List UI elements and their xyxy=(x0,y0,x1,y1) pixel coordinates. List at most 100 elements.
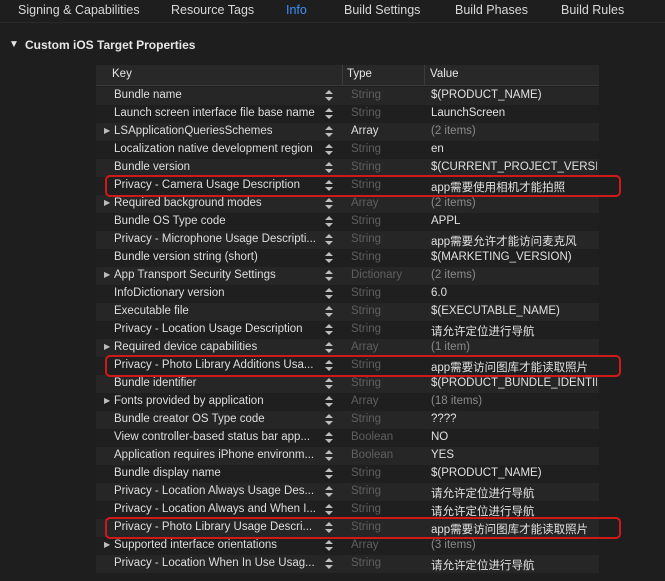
row-key[interactable]: Localization native development region xyxy=(114,143,320,155)
tab-resource-tags[interactable]: Resource Tags xyxy=(171,3,254,17)
row-key[interactable]: Bundle version string (short) xyxy=(114,251,320,263)
row-type[interactable]: String xyxy=(351,413,423,425)
row-value[interactable]: APPL xyxy=(431,215,597,227)
expand-triangle-icon[interactable]: ▶ xyxy=(104,396,110,405)
row-value[interactable]: $(PRODUCT_NAME) xyxy=(431,467,597,479)
row-value[interactable]: $(CURRENT_PROJECT_VERSION) xyxy=(431,161,597,173)
row-key[interactable]: Bundle version xyxy=(114,161,320,173)
key-popup-stepper-icon[interactable] xyxy=(325,142,335,158)
row-type[interactable]: String xyxy=(351,305,423,317)
row-type[interactable]: Boolean xyxy=(351,431,423,443)
expand-triangle-icon[interactable]: ▶ xyxy=(104,540,110,549)
table-row[interactable]: Privacy - Location Usage Description Stri… xyxy=(96,321,599,339)
row-type[interactable]: Array xyxy=(351,395,423,407)
row-key[interactable]: Bundle OS Type code xyxy=(114,215,320,227)
key-popup-stepper-icon[interactable] xyxy=(325,520,335,536)
table-row[interactable]: Bundle display name String $(PRODUCT_NAME) xyxy=(96,465,599,483)
row-key[interactable]: Privacy - Photo Library Additions Usa... xyxy=(114,359,320,371)
key-popup-stepper-icon[interactable] xyxy=(325,484,335,500)
row-value[interactable]: 请允许定位进行导航 xyxy=(431,503,597,519)
tab-info[interactable]: Info xyxy=(286,3,307,17)
table-row[interactable]: Bundle identifier String $(PRODUCT_BUNDLE_… xyxy=(96,375,599,393)
column-divider[interactable] xyxy=(424,65,425,85)
row-type[interactable]: String xyxy=(351,287,423,299)
row-value[interactable]: app需要使用相机才能拍照 xyxy=(431,179,597,195)
row-key[interactable]: Privacy - Location Always and When I... xyxy=(114,503,320,515)
row-value[interactable]: $(EXECUTABLE_NAME) xyxy=(431,305,597,317)
table-row[interactable]: InfoDictionary version String 6.0 xyxy=(96,285,599,303)
row-value[interactable]: 6.0 xyxy=(431,287,597,299)
key-popup-stepper-icon[interactable] xyxy=(325,196,335,212)
table-row[interactable]: Bundle OS Type code String APPL xyxy=(96,213,599,231)
row-type[interactable]: String xyxy=(351,503,423,515)
tab-build-rules[interactable]: Build Rules xyxy=(561,3,624,17)
row-type[interactable]: Boolean xyxy=(351,449,423,461)
expand-triangle-icon[interactable]: ▶ xyxy=(104,126,110,135)
table-row[interactable]: ▶ Fonts provided by application Array (18 i… xyxy=(96,393,599,411)
row-type[interactable]: String xyxy=(351,161,423,173)
key-popup-stepper-icon[interactable] xyxy=(325,178,335,194)
row-type[interactable]: String xyxy=(351,179,423,191)
key-popup-stepper-icon[interactable] xyxy=(325,340,335,356)
row-key[interactable]: Required background modes xyxy=(114,197,320,209)
key-popup-stepper-icon[interactable] xyxy=(325,250,335,266)
row-value[interactable]: $(PRODUCT_NAME) xyxy=(431,89,597,101)
key-popup-stepper-icon[interactable] xyxy=(325,358,335,374)
table-row[interactable]: Privacy - Location Always Usage Des... St… xyxy=(96,483,599,501)
row-type[interactable]: String xyxy=(351,107,423,119)
disclosure-triangle-icon[interactable]: ▼ xyxy=(9,39,19,50)
table-row[interactable]: Bundle version String $(CURRENT_PROJECT_VE… xyxy=(96,159,599,177)
row-type[interactable]: String xyxy=(351,215,423,227)
key-popup-stepper-icon[interactable] xyxy=(325,502,335,518)
row-value[interactable]: 请允许定位进行导航 xyxy=(431,557,597,573)
row-type[interactable]: String xyxy=(351,233,423,245)
key-popup-stepper-icon[interactable] xyxy=(325,412,335,428)
tab-build-phases[interactable]: Build Phases xyxy=(455,3,528,17)
key-popup-stepper-icon[interactable] xyxy=(325,214,335,230)
key-popup-stepper-icon[interactable] xyxy=(325,394,335,410)
row-key[interactable]: Privacy - Location When In Use Usag... xyxy=(114,557,320,569)
table-row[interactable]: Application requires iPhone environm... B… xyxy=(96,447,599,465)
row-type[interactable]: String xyxy=(351,143,423,155)
row-value[interactable]: $(PRODUCT_BUNDLE_IDENTIFIER) xyxy=(431,377,597,389)
row-key[interactable]: Required device capabilities xyxy=(114,341,320,353)
row-type[interactable]: Dictionary xyxy=(351,269,423,281)
key-popup-stepper-icon[interactable] xyxy=(325,232,335,248)
row-value[interactable]: 请允许定位进行导航 xyxy=(431,323,597,339)
key-popup-stepper-icon[interactable] xyxy=(325,286,335,302)
row-type[interactable]: Array xyxy=(351,341,423,353)
key-popup-stepper-icon[interactable] xyxy=(325,430,335,446)
table-row[interactable]: Bundle name String $(PRODUCT_NAME) xyxy=(96,87,599,105)
column-divider[interactable] xyxy=(342,65,343,85)
row-key[interactable]: View controller-based status bar app... xyxy=(114,431,320,443)
row-value[interactable]: $(MARKETING_VERSION) xyxy=(431,251,597,263)
row-type[interactable]: String xyxy=(351,89,423,101)
row-type[interactable]: String xyxy=(351,359,423,371)
table-row[interactable]: Launch screen interface file base name St… xyxy=(96,105,599,123)
expand-triangle-icon[interactable]: ▶ xyxy=(104,270,110,279)
row-key[interactable]: Bundle identifier xyxy=(114,377,320,389)
table-row[interactable]: Privacy - Photo Library Usage Descri... S… xyxy=(96,519,599,537)
row-type[interactable]: String xyxy=(351,251,423,263)
key-popup-stepper-icon[interactable] xyxy=(325,448,335,464)
row-key[interactable]: App Transport Security Settings xyxy=(114,269,320,281)
row-key[interactable]: Bundle creator OS Type code xyxy=(114,413,320,425)
row-type[interactable]: String xyxy=(351,485,423,497)
column-header-key[interactable]: Key xyxy=(112,68,132,80)
row-key[interactable]: Bundle name xyxy=(114,89,320,101)
key-popup-stepper-icon[interactable] xyxy=(325,304,335,320)
row-value[interactable]: ???? xyxy=(431,413,597,425)
table-row[interactable]: ▶ Required background modes Array (2 items) xyxy=(96,195,599,213)
row-key[interactable]: Privacy - Location Always Usage Des... xyxy=(114,485,320,497)
table-row[interactable]: Privacy - Camera Usage Description String… xyxy=(96,177,599,195)
table-row[interactable]: Privacy - Location When In Use Usag... St… xyxy=(96,555,599,573)
row-key[interactable]: Privacy - Camera Usage Description xyxy=(114,179,320,191)
table-row[interactable]: ▶ App Transport Security Settings Dictiona… xyxy=(96,267,599,285)
key-popup-stepper-icon[interactable] xyxy=(325,88,335,104)
table-row[interactable]: Bundle version string (short) String $(MAR… xyxy=(96,249,599,267)
row-type[interactable]: Array xyxy=(351,197,423,209)
table-row[interactable]: ▶ LSApplicationQueriesSchemes Array (2 item… xyxy=(96,123,599,141)
tab-build-settings[interactable]: Build Settings xyxy=(344,3,420,17)
row-value[interactable]: app需要访问图库才能读取照片 xyxy=(431,359,597,375)
row-key[interactable]: InfoDictionary version xyxy=(114,287,320,299)
